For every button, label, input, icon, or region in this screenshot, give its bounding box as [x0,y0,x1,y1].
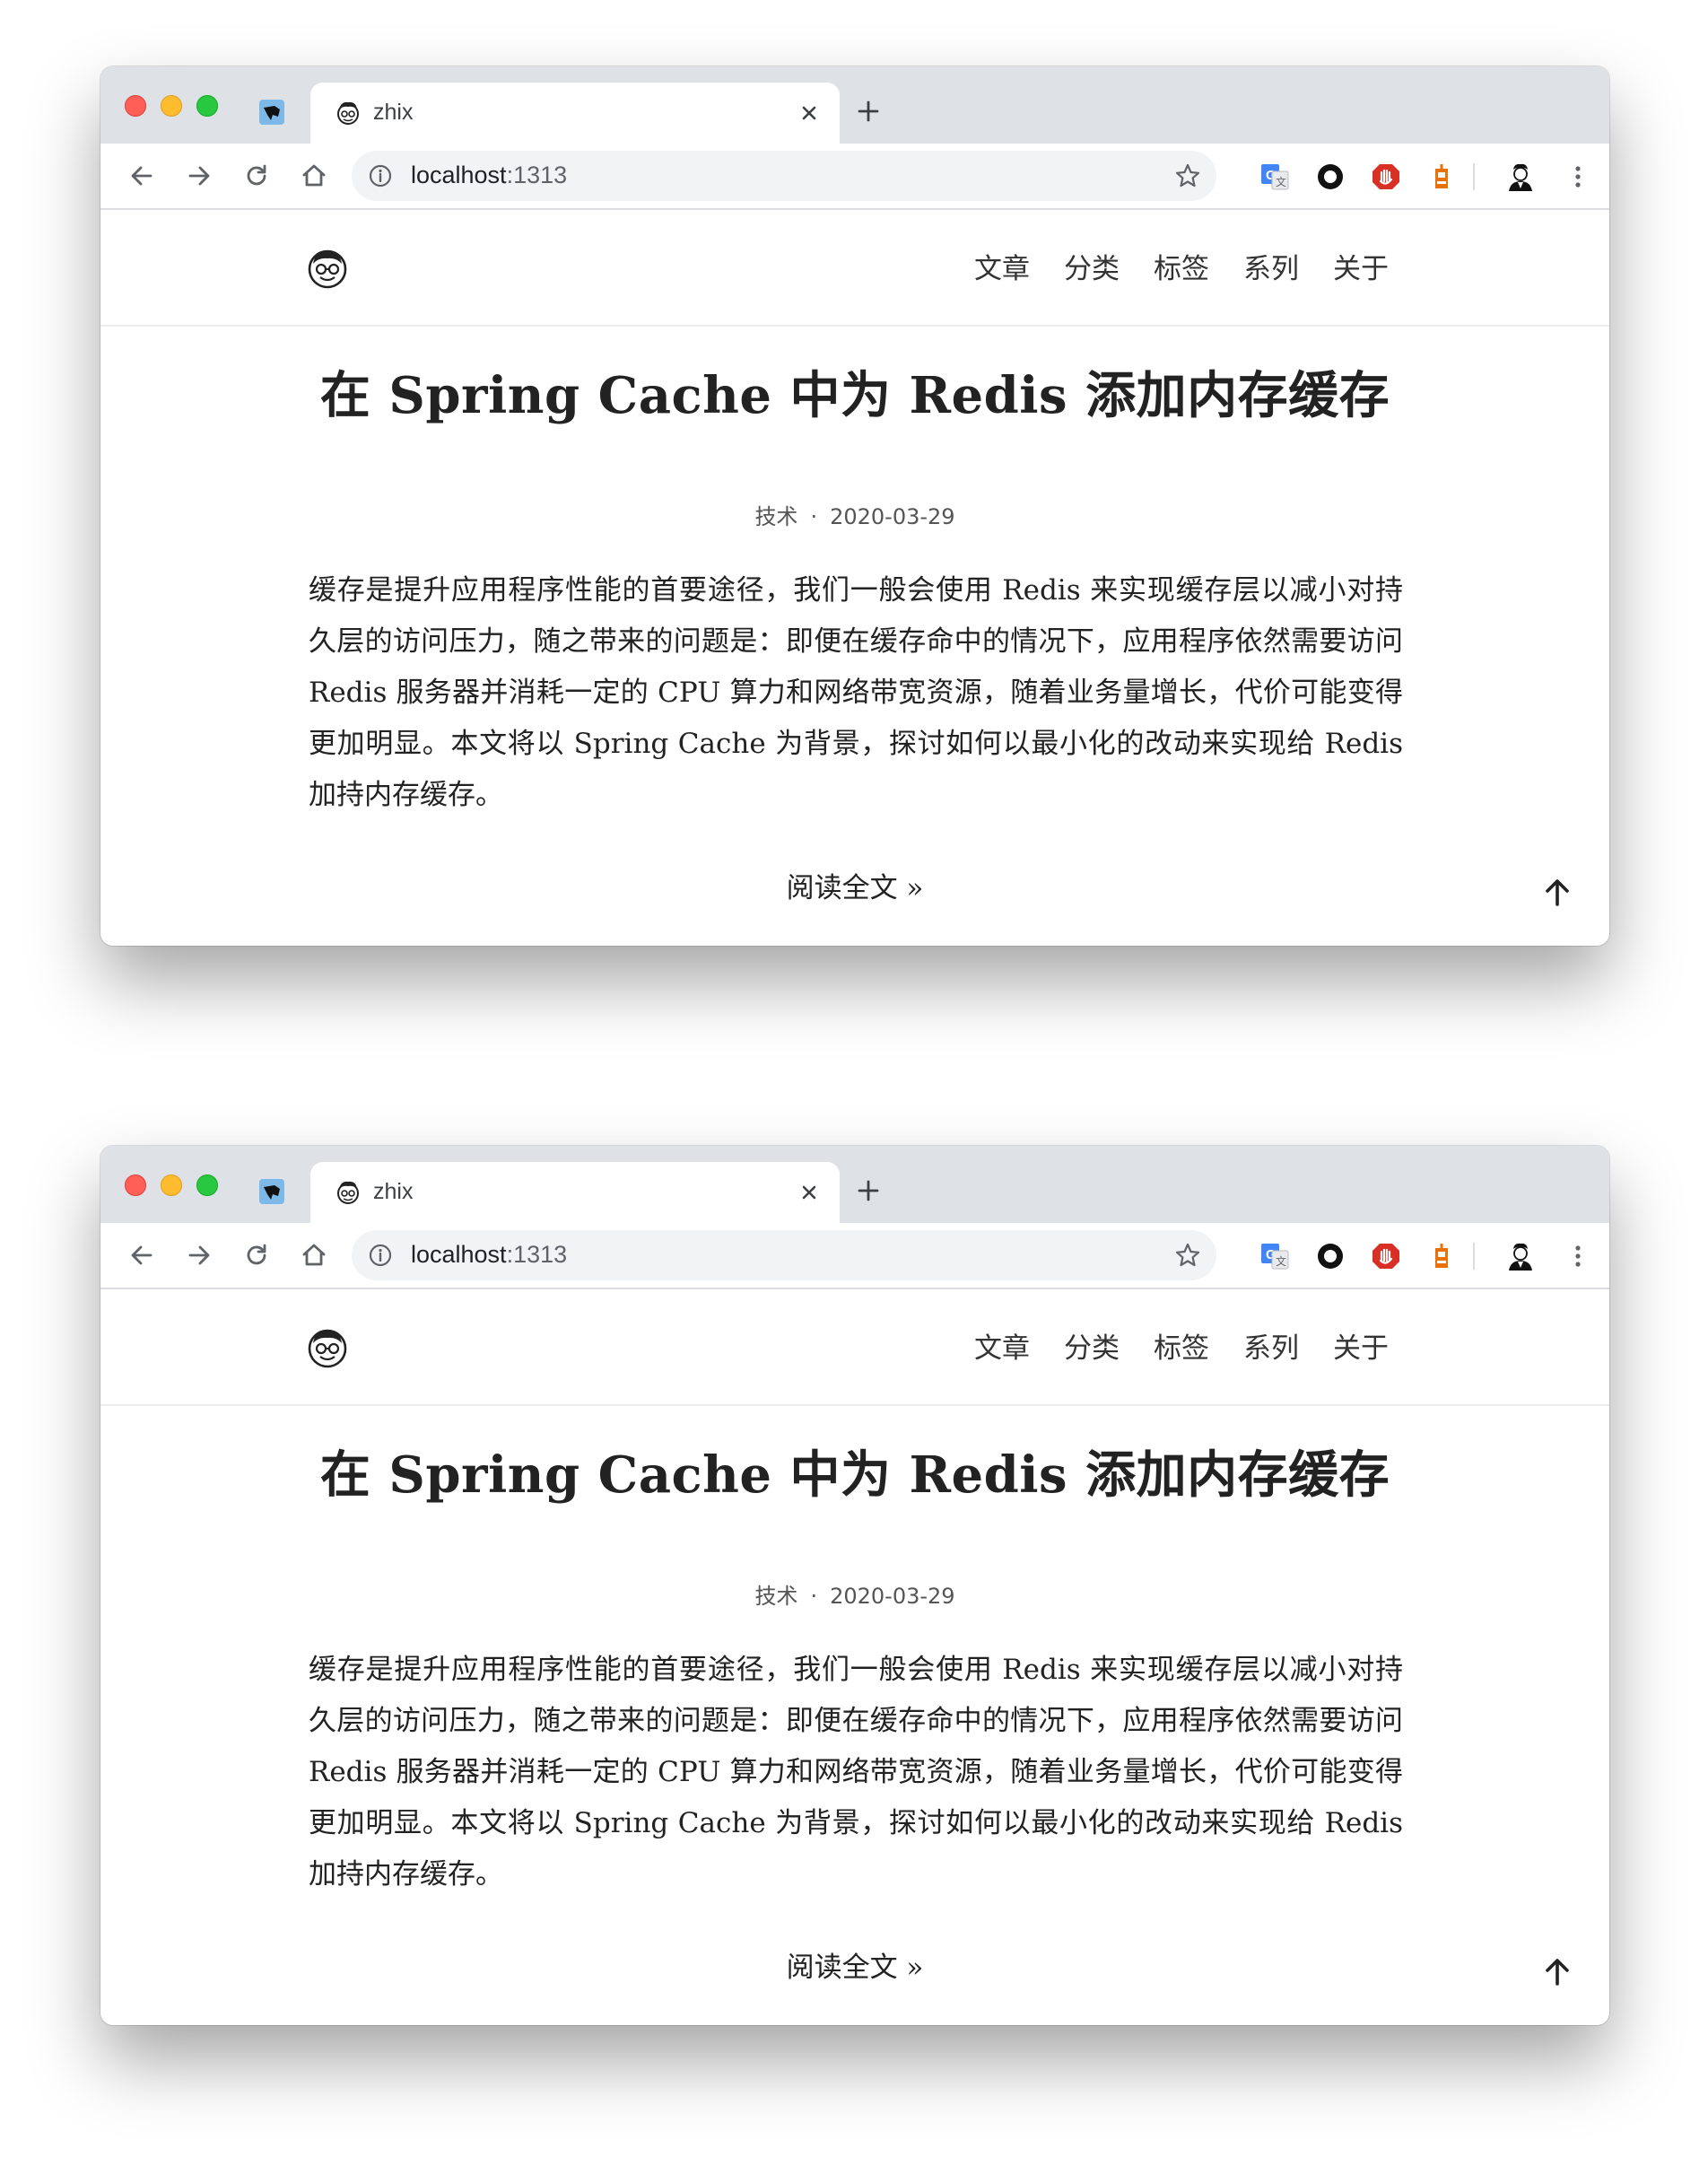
site-header: 文章 分类 标签 系列 关于 [100,1289,1609,1406]
info-icon[interactable] [368,1243,393,1268]
window-zoom-button[interactable] [196,1175,218,1196]
site-logo-avatar-icon[interactable] [307,248,348,289]
nav-link-2[interactable]: 分类 [1064,246,1120,286]
post-title[interactable]: 在 Spring Cache 中为 Redis 添加内存缓存 [100,1435,1609,1507]
circle-extension-icon[interactable] [1315,1241,1346,1271]
home-icon[interactable] [298,160,330,192]
meta-separator: · [810,1584,818,1609]
profile-avatar-icon[interactable] [1505,1241,1536,1271]
browser-toolbar: localhost:1313 G文 [100,144,1609,210]
address-host: localhost [411,1241,507,1268]
post-meta: 技术 · 2020-03-29 [100,1578,1609,1610]
web-page: 文章 分类 标签 系列 关于 在 Spring Cache 中为 Redis 添加内存缓… [100,1289,1609,2025]
more-vertical-icon[interactable] [1563,162,1593,192]
browser-window-1: zhix localhost:1313 G 文 文章 分类 标签 系列 关于 在… [100,66,1609,946]
translate-extension-icon[interactable]: G文 [1259,1241,1290,1271]
toolbar-divider [1473,1243,1475,1270]
read-more-link[interactable]: 阅读全文 » [100,1944,1609,1985]
reload-icon[interactable] [240,1239,273,1271]
tab-active[interactable]: zhix [310,83,840,144]
plus-icon[interactable] [852,95,884,127]
back-arrow-icon[interactable] [126,1239,158,1271]
plus-icon[interactable] [852,1175,884,1207]
profile-avatar-icon[interactable] [1505,162,1536,192]
post-meta: 技术 · 2020-03-29 [100,499,1609,530]
pinned-tab-icon[interactable] [258,1178,285,1205]
tab-title: zhix [373,1179,414,1204]
window-minimize-button[interactable] [161,95,182,117]
nav-link-1[interactable]: 文章 [974,1325,1030,1366]
post-summary: 缓存是提升应用程序性能的首要途径，我们一般会使用 Redis 来实现缓存层以减小… [309,1654,1403,1891]
more-vertical-icon[interactable] [1563,1241,1593,1271]
site-logo-avatar-icon[interactable] [307,1327,348,1368]
web-page: 文章 分类 标签 系列 关于 在 Spring Cache 中为 Redis 添加内存缓… [100,210,1609,946]
address-url: localhost:1313 [411,1241,567,1269]
address-port: :1313 [506,1241,568,1268]
nav-link-5[interactable]: 关于 [1333,1325,1389,1366]
nav-link-4[interactable]: 系列 [1243,246,1299,286]
pinned-tab-icon[interactable] [258,99,285,126]
nav-link-3[interactable]: 标签 [1154,1325,1209,1366]
site-nav: 文章 分类 标签 系列 关于 [974,1325,1389,1366]
nav-link-1[interactable]: 文章 [974,246,1030,286]
home-icon[interactable] [298,1239,330,1271]
robot-extension-icon[interactable] [1426,162,1457,192]
tab-strip: zhix [100,66,1609,144]
avatar-favicon-icon [334,1178,362,1207]
arrow-up-icon[interactable] [1539,874,1575,910]
svg-text:文: 文 [1276,1254,1286,1268]
back-arrow-icon[interactable] [126,160,158,192]
address-url: localhost:1313 [411,162,567,189]
tab-title: zhix [373,100,414,125]
close-icon[interactable] [795,99,824,127]
tab-strip: zhix [100,1146,1609,1223]
meta-separator: · [810,504,818,529]
reload-icon[interactable] [240,160,273,192]
forward-arrow-icon[interactable] [183,1239,215,1271]
window-close-button[interactable] [125,95,146,117]
star-icon[interactable] [1173,1241,1202,1270]
arrow-up-icon[interactable] [1539,1953,1575,1989]
post-category[interactable]: 技术 [754,1584,797,1609]
shield-extension-icon[interactable] [1371,162,1401,192]
post-category[interactable]: 技术 [754,504,797,529]
avatar-favicon-icon [334,99,362,127]
address-bar[interactable]: localhost:1313 [352,151,1216,201]
nav-link-4[interactable]: 系列 [1243,1325,1299,1366]
translate-extension-icon[interactable]: G文 [1259,162,1290,192]
browser-toolbar: localhost:1313 G文 [100,1223,1609,1289]
window-zoom-button[interactable] [196,95,218,117]
post-date: 2020-03-29 [830,1584,955,1609]
close-icon[interactable] [795,1178,824,1207]
star-icon[interactable] [1173,162,1202,190]
read-more-link[interactable]: 阅读全文 » [100,865,1609,905]
info-icon[interactable] [368,163,393,188]
address-bar[interactable]: localhost:1313 [352,1230,1216,1280]
tab-active[interactable]: zhix [310,1162,840,1223]
window-minimize-button[interactable] [161,1175,182,1196]
post-title[interactable]: 在 Spring Cache 中为 Redis 添加内存缓存 [100,355,1609,428]
svg-text:文: 文 [1276,175,1286,188]
forward-arrow-icon[interactable] [183,160,215,192]
shield-extension-icon[interactable] [1371,1241,1401,1271]
address-port: :1313 [506,162,568,188]
nav-link-3[interactable]: 标签 [1154,246,1209,286]
circle-extension-icon[interactable] [1315,162,1346,192]
nav-link-2[interactable]: 分类 [1064,1325,1120,1366]
browser-window-2: zhix localhost:1313 G 文 文章 分类 标签 系列 关于 在… [100,1146,1609,2025]
address-host: localhost [411,162,507,188]
post-date: 2020-03-29 [830,504,955,529]
robot-extension-icon[interactable] [1426,1241,1457,1271]
nav-link-5[interactable]: 关于 [1333,246,1389,286]
site-nav: 文章 分类 标签 系列 关于 [974,246,1389,286]
post-summary: 缓存是提升应用程序性能的首要途径，我们一般会使用 Redis 来实现缓存层以减小… [309,574,1403,811]
window-close-button[interactable] [125,1175,146,1196]
toolbar-divider [1473,163,1475,190]
site-header: 文章 分类 标签 系列 关于 [100,210,1609,327]
